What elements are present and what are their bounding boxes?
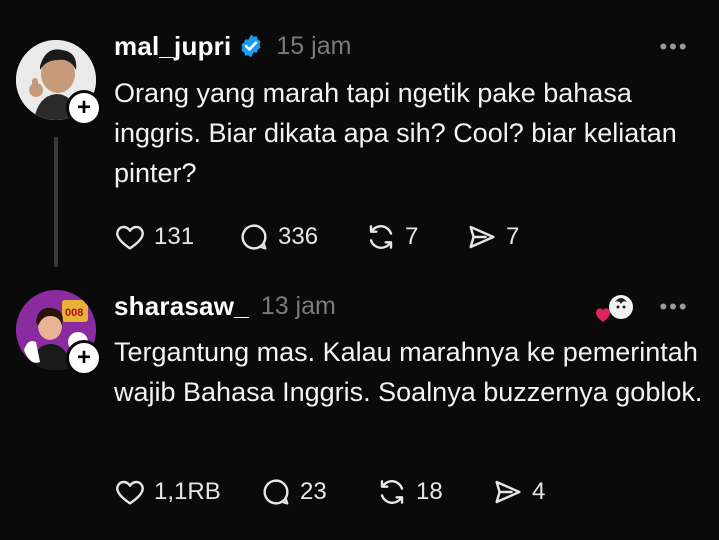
like-count: 1,1RB <box>154 478 221 505</box>
repost-button[interactable]: 18 <box>376 476 492 508</box>
heart-icon <box>116 225 144 250</box>
more-options-icon[interactable]: ••• <box>659 32 689 62</box>
like-button[interactable]: 1,1RB <box>114 476 260 508</box>
avatar-container[interactable]: + <box>16 40 102 126</box>
reply-count: 23 <box>300 478 327 505</box>
send-icon <box>495 480 521 504</box>
avatar-badge-text: 008 <box>65 307 83 319</box>
repost-count: 7 <box>405 223 419 250</box>
share-button[interactable]: 7 <box>466 221 519 253</box>
verified-badge-icon <box>241 34 261 58</box>
avatar-container[interactable]: 008 + <box>16 290 102 376</box>
thread-post: + mal_jupri 15 jam ••• Orang yang marah … <box>0 0 719 280</box>
reply-button[interactable]: 336 <box>238 221 365 253</box>
send-icon <box>469 225 495 249</box>
repost-count: 18 <box>416 478 443 505</box>
repost-icon <box>369 225 393 249</box>
reply-button[interactable]: 23 <box>260 476 376 508</box>
comment-icon <box>241 224 267 250</box>
thread-connector-line <box>54 137 58 267</box>
post-text: Tergantung mas. Kalau marahnya ke pemeri… <box>114 337 703 407</box>
username[interactable]: mal_jupri <box>114 31 231 62</box>
share-count: 4 <box>532 478 546 505</box>
more-options-icon[interactable]: ••• <box>659 292 689 322</box>
post-header: sharasaw_ 13 jam <box>114 289 336 323</box>
follow-plus-icon[interactable]: + <box>66 90 102 126</box>
timestamp: 15 jam <box>276 31 352 60</box>
action-bar: 1,1RB 23 18 4 <box>114 472 545 512</box>
repost-button[interactable]: 7 <box>365 221 466 253</box>
heart-icon <box>116 480 144 505</box>
share-count: 7 <box>506 223 520 250</box>
comment-icon <box>263 479 289 505</box>
like-button[interactable]: 131 <box>114 221 238 253</box>
username[interactable]: sharasaw_ <box>114 291 249 322</box>
repost-icon <box>380 480 404 504</box>
like-count: 131 <box>154 223 195 250</box>
reply-count: 336 <box>278 223 319 250</box>
share-button[interactable]: 4 <box>492 476 545 508</box>
post-text: Orang yang marah tapi ngetik pake bahasa… <box>114 78 677 188</box>
thread-post: 008 + sharasaw_ 13 jam ••• Tergantung ma… <box>0 280 719 540</box>
post-header: mal_jupri 15 jam <box>114 29 351 63</box>
liked-by-author-icon <box>593 292 635 328</box>
follow-plus-icon[interactable]: + <box>66 340 102 376</box>
timestamp: 13 jam <box>260 291 336 320</box>
action-bar: 131 336 7 7 <box>114 217 519 257</box>
